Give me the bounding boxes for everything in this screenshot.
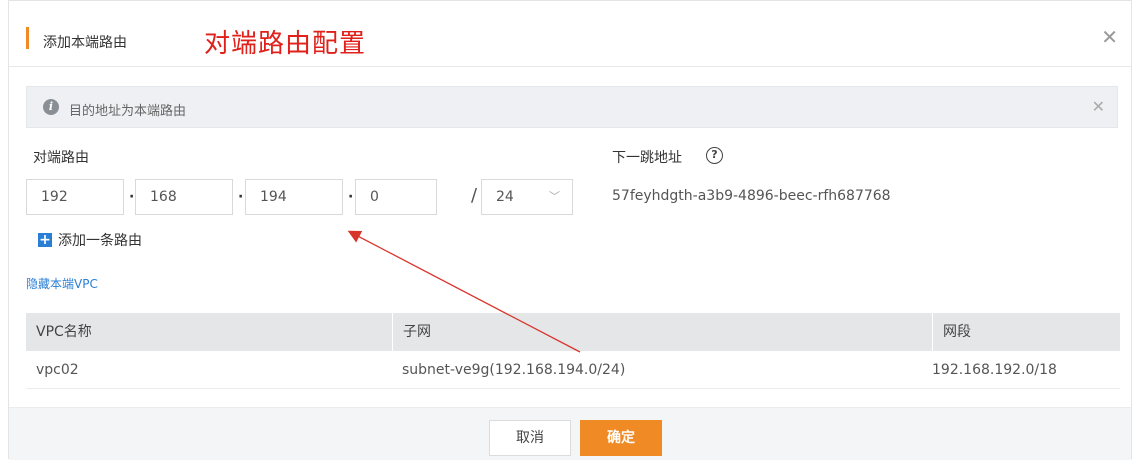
cell-cidr: 192.168.192.0/18 [932, 362, 1057, 378]
mask-separator: / [471, 185, 478, 206]
dialog-footer: 取消 确定 [9, 407, 1131, 460]
chevron-down-icon: ﹀ [549, 190, 560, 203]
column-header-vpc-name: VPC名称 [36, 324, 92, 340]
cell-vpc-name: vpc02 [36, 362, 79, 378]
ip-dot-separator: · [348, 189, 354, 205]
next-hop-value: 57feyhdgth-a3b9-4896-beec-rfh687768 [612, 188, 891, 204]
add-route-label: 添加一条路由 [58, 233, 142, 249]
hide-local-vpc-link[interactable]: 隐藏本端VPC [26, 275, 98, 292]
dialog-title: 添加本端路由 [43, 35, 127, 51]
ip-dot-separator: · [238, 189, 244, 205]
plus-icon: + [38, 232, 52, 248]
notice-text: 目的地址为本端路由 [69, 104, 187, 119]
close-icon[interactable]: ✕ [1101, 25, 1118, 49]
mask-select[interactable]: 24 ﹀ [481, 179, 573, 215]
table-row[interactable]: vpc02 subnet-ve9g(192.168.194.0/24) 192.… [26, 351, 1120, 389]
header-accent-bar [26, 27, 29, 49]
add-route-dialog: 添加本端路由 对端路由配置 ✕ i 目的地址为本端路由 ✕ 对端路由 下一跳地址… [8, 0, 1132, 460]
help-icon[interactable]: ? [706, 147, 723, 164]
ip-octet-4-input[interactable]: 0 [355, 179, 437, 215]
ip-dot-separator: · [129, 189, 135, 205]
next-hop-label: 下一跳地址 [612, 150, 682, 166]
add-route-button[interactable]: + 添加一条路由 [38, 230, 142, 250]
ip-octet-1-input[interactable]: 192 [26, 179, 124, 215]
column-header-cidr: 网段 [932, 313, 1120, 351]
ip-octet-2-input[interactable]: 168 [135, 179, 233, 215]
mask-value: 24 [496, 189, 514, 205]
peer-route-label: 对端路由 [33, 150, 89, 166]
vpc-table: VPC名称 子网 网段 vpc02 subnet-ve9g(192.168.19… [26, 313, 1120, 389]
info-notice: i 目的地址为本端路由 ✕ [26, 86, 1118, 128]
cancel-button[interactable]: 取消 [489, 420, 571, 456]
ip-octet-3-input[interactable]: 194 [245, 179, 343, 215]
cell-subnet: subnet-ve9g(192.168.194.0/24) [402, 362, 626, 378]
info-icon: i [43, 99, 59, 115]
annotation-text: 对端路由配置 [204, 29, 367, 59]
dialog-header: 添加本端路由 对端路由配置 ✕ [9, 1, 1131, 67]
notice-close-icon[interactable]: ✕ [1092, 97, 1105, 116]
table-header: VPC名称 子网 网段 [26, 313, 1120, 351]
confirm-button[interactable]: 确定 [580, 420, 662, 456]
column-header-subnet: 子网 [392, 313, 932, 351]
